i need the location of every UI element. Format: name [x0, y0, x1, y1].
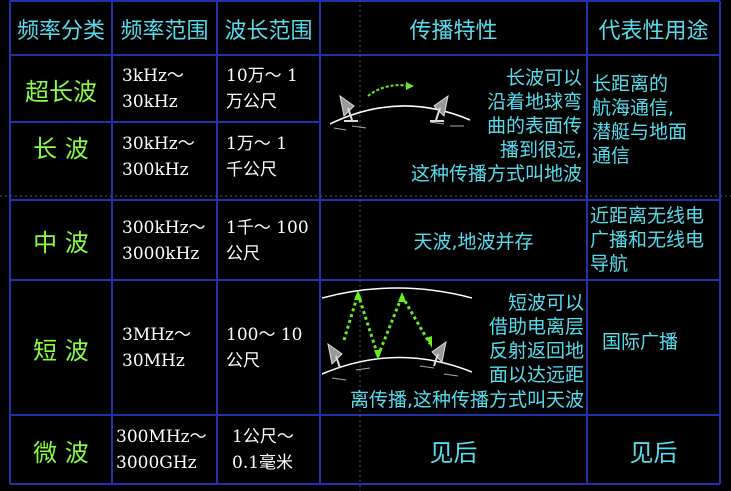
row-wave-short: 100～ 10 公尺 — [226, 322, 320, 374]
row-class-medium: 中 波 — [33, 229, 89, 257]
wave-line: 100～ 10 — [226, 325, 303, 345]
wave-line: 1千～ 100 — [226, 218, 309, 238]
freq-line: 3000GHz — [116, 453, 197, 473]
use-micro: 见后 — [629, 438, 678, 467]
use-medium: 近距离无线电 广播和无线电 导航 — [590, 205, 705, 275]
row-wave-medium: 1千～ 100 公尺 — [226, 215, 326, 267]
freq-line: 30kHz — [122, 92, 178, 112]
dotted-arrow-icon — [342, 293, 432, 357]
propagation-long: 长波可以 沿着地球弯 曲的表面传 播到很远, 这种传播方式叫地波 — [410, 67, 582, 185]
wave-line: 千公尺 — [226, 160, 277, 180]
wave-line: 公尺 — [226, 244, 260, 264]
header-wavelength-range: 波长范围 — [224, 18, 313, 44]
propagation-micro: 见后 — [429, 438, 478, 467]
wave-line: 万公尺 — [226, 92, 277, 112]
freq-line: 3MHz～ — [122, 325, 192, 345]
freq-line: 300kHz — [122, 160, 189, 180]
row-freq-short: 3MHz～ 30MHz — [122, 322, 217, 374]
wave-line: 10万～ 1 — [226, 66, 298, 86]
freq-line: 300kHz～ — [122, 218, 206, 238]
use-long: 长距离的 航海通信, 潜艇与地面 通信 — [592, 73, 688, 167]
propagation-short-tail: 离传播,这种传播方式叫天波 — [349, 389, 584, 411]
row-class-long: 长 波 — [33, 135, 89, 163]
row-wave-micro: 1公尺～ 0.1毫米 — [232, 424, 320, 476]
wave-line: 1公尺～ — [232, 427, 294, 447]
use-short: 国际广播 — [602, 331, 679, 353]
row-freq-long: 30kHz～ 300kHz — [122, 131, 217, 183]
row-wave-long: 1万～ 1 千公尺 — [226, 131, 320, 183]
freq-line: 30MHz — [122, 351, 185, 371]
header-typical-use: 代表性用途 — [598, 18, 709, 44]
freq-line: 3000kHz — [122, 244, 200, 264]
row-freq-medium: 300kHz～ 3000kHz — [122, 215, 217, 267]
propagation-medium: 天波,地波并存 — [413, 231, 534, 253]
satellite-dish-icon — [327, 342, 343, 369]
freq-line: 300MHz～ — [116, 427, 207, 447]
header-propagation: 传播特性 — [409, 18, 498, 44]
row-class-ultra-long: 超长波 — [25, 77, 97, 106]
wave-line: 1万～ 1 — [226, 134, 288, 154]
satellite-dish-icon — [339, 94, 358, 122]
wave-line: 0.1毫米 — [232, 453, 294, 473]
freq-line: 30kHz～ — [122, 134, 195, 154]
row-wave-ultra-long: 10万～ 1 万公尺 — [226, 63, 320, 115]
row-class-short: 短 波 — [33, 336, 89, 365]
header-frequency-range: 频率范围 — [120, 18, 209, 44]
row-freq-ultra-long: 3kHz～ 30kHz — [122, 63, 217, 115]
propagation-short: 短波可以 借助电离层 反射返回地 面以达远距 — [488, 292, 584, 386]
freq-line: 3kHz～ — [122, 66, 184, 86]
header-frequency-class: 频率分类 — [16, 18, 105, 44]
row-class-micro: 微 波 — [33, 438, 89, 467]
row-freq-micro: 300MHz～ 3000GHz — [116, 424, 217, 476]
wave-line: 公尺 — [226, 351, 260, 371]
